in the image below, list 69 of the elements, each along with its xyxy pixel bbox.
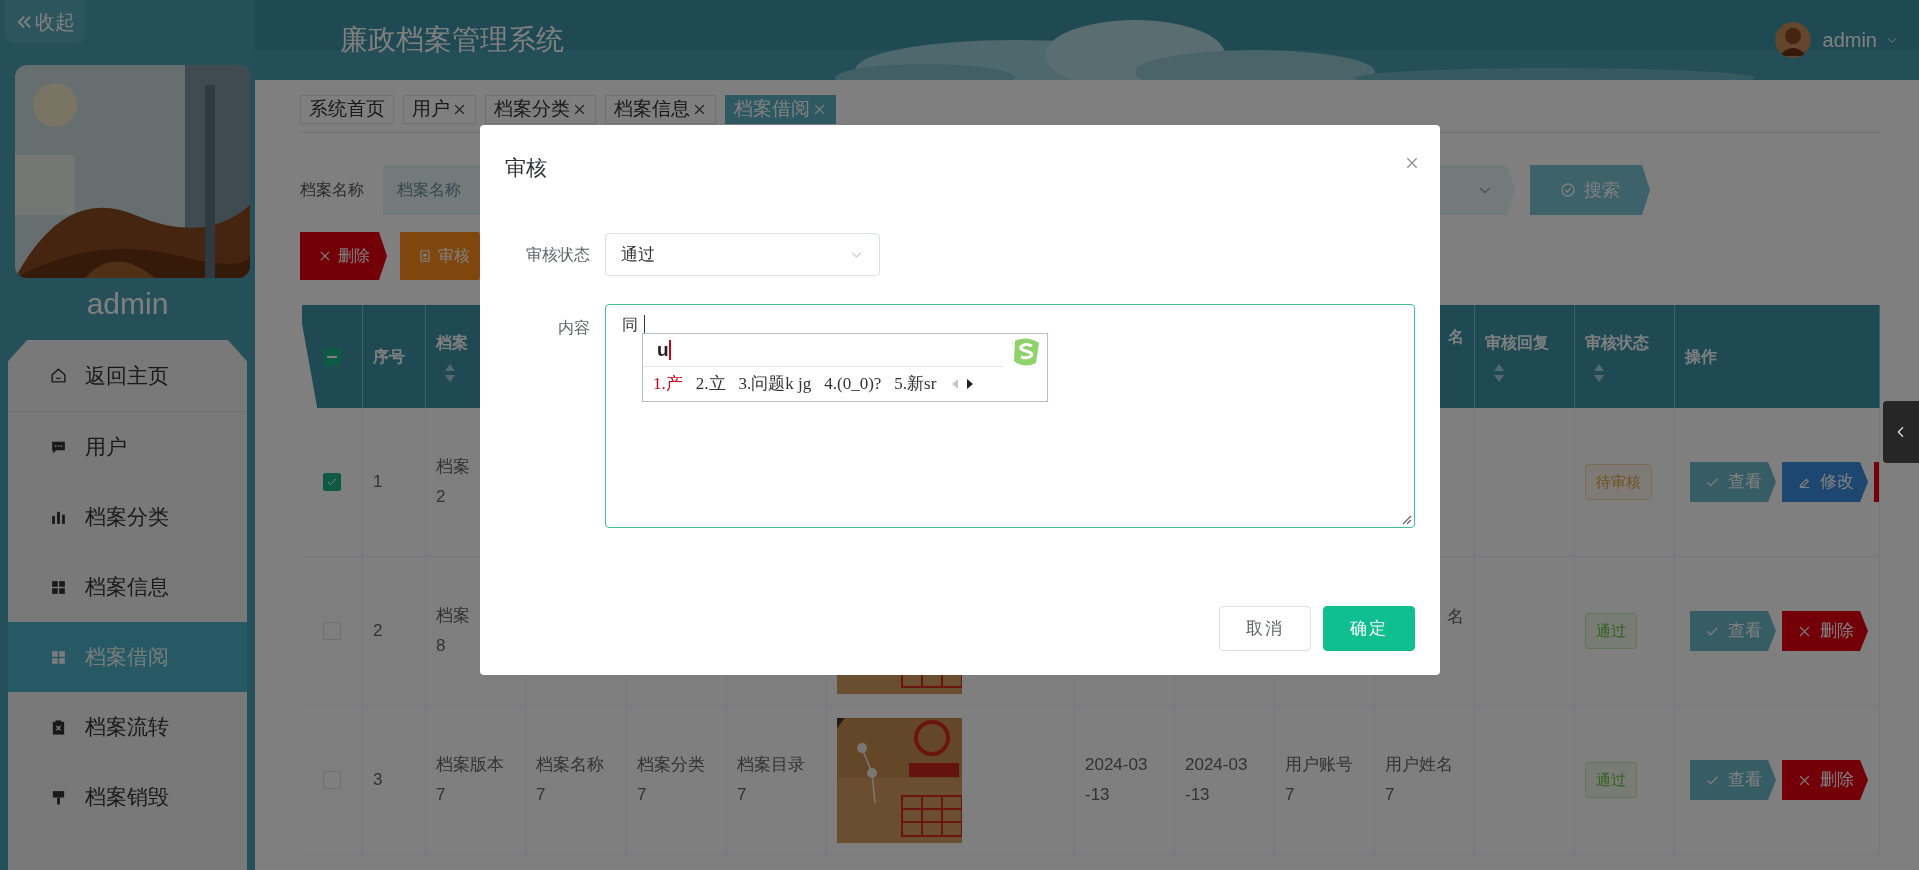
- edit-button[interactable]: 修改: [1782, 462, 1868, 502]
- menu-item[interactable]: 返回主页: [8, 340, 247, 412]
- check-circle-icon: [1560, 182, 1576, 198]
- table-cell-text: 档案8: [436, 605, 471, 657]
- delete-button[interactable]: 删除: [1782, 611, 1868, 651]
- table-cell-text: 用户姓名7: [1385, 754, 1454, 806]
- check-icon: [326, 476, 338, 488]
- column-title: 档案: [436, 332, 468, 353]
- table-cell-text: 2024-03-13: [1185, 754, 1249, 806]
- field-label: 审核状态: [525, 245, 590, 265]
- column-title: 序号: [373, 346, 405, 367]
- table-cell-text: 档案名称7: [536, 754, 605, 806]
- tab[interactable]: 用户: [403, 95, 476, 124]
- table-cell-text: 2: [373, 620, 383, 642]
- table-cell-text: 档案版本7: [436, 754, 505, 806]
- table-cell-text: 用户账号7: [1285, 754, 1354, 806]
- menu-item[interactable]: 档案流转: [8, 692, 247, 762]
- resize-handle-icon: [1402, 515, 1412, 525]
- menu-item[interactable]: 用户: [8, 412, 247, 482]
- table-cell-text: 档案分类7: [637, 754, 706, 806]
- grid-icon: [50, 578, 67, 596]
- username: admin: [85, 286, 170, 322]
- delete-button[interactable]: [1874, 462, 1879, 502]
- table-cell-text: 2024-03-13: [1085, 754, 1149, 806]
- clipboard-icon: [50, 718, 67, 736]
- table-cell-text: 档案目录7: [737, 754, 806, 806]
- collapse-button[interactable]: 收起: [5, 0, 85, 43]
- close-button[interactable]: [1404, 155, 1420, 171]
- table-cell-text: 1: [373, 471, 383, 493]
- menu-item[interactable]: 档案信息: [8, 552, 247, 622]
- table-cell-text: 3: [373, 769, 383, 791]
- status-badge: 通过: [1585, 761, 1637, 799]
- checkbox[interactable]: [323, 347, 341, 366]
- field-label: 档案名称: [300, 180, 365, 200]
- status-badge: 待审核: [1585, 463, 1652, 501]
- menu-item[interactable]: 档案分类: [8, 482, 247, 552]
- grid-icon: [50, 648, 67, 666]
- ime-candidate[interactable]: 5.新sr: [894, 371, 937, 397]
- text-cursor: [644, 315, 645, 335]
- status-select[interactable]: 通过: [605, 233, 880, 276]
- dialog-title: 审核: [505, 155, 547, 181]
- tab[interactable]: 档案信息: [605, 95, 716, 124]
- ime-candidate[interactable]: 2.立: [695, 371, 726, 397]
- confirm-button[interactable]: 确定: [1323, 606, 1415, 651]
- column-title: 审核状态: [1585, 332, 1649, 353]
- close-icon: [1404, 155, 1420, 171]
- ime-candidate[interactable]: 4.(0_0)?: [824, 371, 882, 397]
- home-icon: [50, 367, 67, 384]
- table-cell-text: 档案2: [436, 456, 471, 508]
- side-panel-toggle[interactable]: [1883, 401, 1919, 463]
- ime-candidate[interactable]: 3.问题k jg: [738, 371, 812, 397]
- field-label: 内容: [557, 318, 590, 338]
- stamp-icon: [417, 249, 432, 263]
- menu-item[interactable]: 档案销毁: [8, 762, 247, 832]
- tab[interactable]: 档案分类: [485, 95, 596, 124]
- brush-icon: [50, 788, 67, 806]
- ime-candidate[interactable]: 1.产: [653, 371, 683, 397]
- ime-composition: u: [657, 337, 669, 362]
- text-cursor: [668, 340, 671, 360]
- table-cell-text: 名: [1447, 606, 1464, 628]
- tab[interactable]: 系统首页: [300, 95, 394, 124]
- delete-button[interactable]: 删除: [1782, 760, 1868, 800]
- delete-button[interactable]: 删除: [300, 232, 387, 280]
- column-title: 审核回复: [1485, 332, 1549, 353]
- cancel-button[interactable]: 取消: [1219, 606, 1311, 651]
- checkbox[interactable]: [323, 473, 341, 491]
- column-title: 操作: [1685, 346, 1717, 367]
- status-badge: 通过: [1585, 612, 1637, 650]
- column-title: 名: [1448, 326, 1464, 347]
